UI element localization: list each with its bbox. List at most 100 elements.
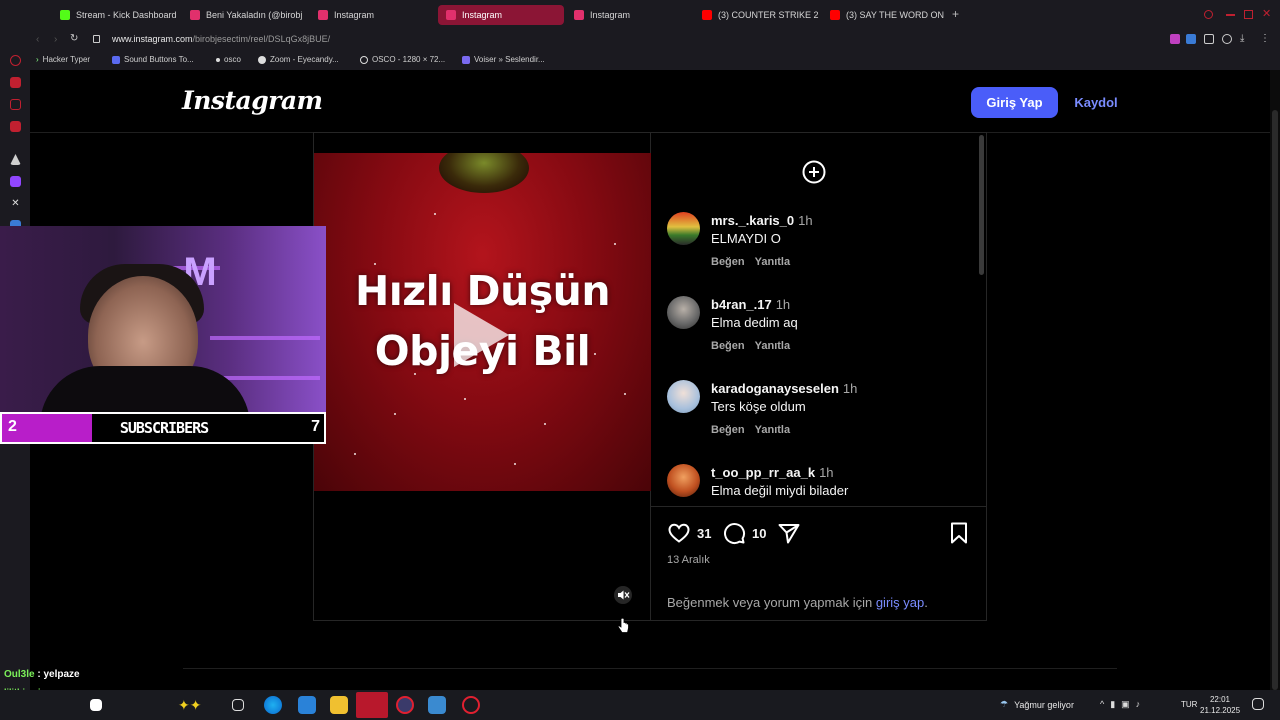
maximize-icon[interactable] [1244, 10, 1253, 19]
browser-tab[interactable]: Stream - Kick Dashboard [52, 5, 180, 25]
voiser-icon [462, 55, 470, 64]
twitch-sidebar-icon[interactable] [10, 176, 21, 187]
share-icon[interactable] [777, 521, 801, 545]
add-circle-icon[interactable] [802, 160, 826, 184]
new-tab-icon[interactable]: + [952, 8, 959, 20]
actions-divider [651, 506, 986, 507]
sparkle-widget-icon[interactable]: ✦✦ [178, 696, 218, 714]
profile-icon[interactable] [1222, 34, 1232, 44]
instagram-sidebar-icon[interactable] [10, 99, 21, 110]
reload-icon[interactable]: ↻ [70, 33, 78, 44]
avatar[interactable] [667, 296, 700, 329]
like-comment-button[interactable]: Beğen [711, 340, 745, 352]
clock[interactable]: 22:01 21.12.2025 [1200, 694, 1240, 716]
footer-divider [183, 668, 1117, 669]
bookmark[interactable]: Sound Buttons To... [112, 55, 194, 64]
app-icon[interactable] [298, 696, 316, 714]
file-explorer-icon[interactable] [330, 696, 348, 714]
reel-post: Hızlı Düşün Objeyi Bil mrs._.karis_0 1h E… [313, 132, 987, 621]
bookmark[interactable]: Voiser » Seslendir... [462, 55, 545, 64]
bookmark[interactable]: osco [216, 55, 241, 64]
x-sidebar-icon[interactable]: ✕ [10, 198, 21, 209]
like-comment-button[interactable]: Beğen [711, 256, 745, 268]
menu-icon[interactable]: ⋮ [1260, 33, 1270, 44]
heart-icon[interactable] [667, 521, 691, 545]
reply-button[interactable]: Yanıtla [755, 256, 790, 268]
reel-video[interactable]: Hızlı Düşün Objeyi Bil [314, 133, 651, 620]
browser-tab-active[interactable]: Instagram [438, 5, 564, 25]
extension-icon[interactable] [1170, 34, 1180, 44]
webcam-overlay: M [0, 226, 326, 412]
mute-icon[interactable] [614, 586, 632, 604]
browser-tab[interactable]: (3) SAY THE WORD ON B [822, 5, 946, 25]
comment-username[interactable]: t_oo_pp_rr_aa_k 1h [711, 465, 834, 480]
search-tabs-icon[interactable] [1204, 10, 1213, 19]
edge-icon[interactable] [264, 696, 282, 714]
comment-actions: Beğen Yanıtla [711, 340, 800, 352]
browser-tab[interactable]: Instagram [310, 5, 430, 25]
dot-icon [216, 57, 220, 62]
bookmark-icon[interactable] [947, 521, 971, 545]
minimize-icon[interactable] [1226, 14, 1235, 16]
comments-panel: mrs._.karis_0 1h ELMAYDI O Beğen Yanıtla b… [651, 133, 986, 620]
play-icon[interactable] [454, 303, 509, 367]
kick-icon [60, 10, 70, 20]
subscriber-goal-bar: 2 SUBSCRIBERS 7 [0, 412, 326, 444]
signup-button[interactable]: Kaydol [1066, 87, 1126, 118]
comments-scrollbar[interactable] [979, 135, 984, 275]
active-app-icon[interactable] [356, 692, 388, 718]
instagram-icon [318, 10, 328, 20]
extensions-icon[interactable] [1204, 34, 1214, 44]
comment-text: Ters köşe oldum [711, 399, 806, 414]
login-link[interactable]: giriş yap [876, 595, 924, 610]
bookmark[interactable]: OSCO - 1280 × 72... [360, 55, 445, 64]
like-comment-button[interactable]: Beğen [711, 424, 745, 436]
back-icon[interactable]: ‹ [36, 34, 39, 45]
ai-icon[interactable] [10, 55, 21, 66]
instagram-logo[interactable]: Instagram [182, 86, 323, 115]
tray-icons[interactable]: ^▮▣♪ [1100, 699, 1146, 710]
reply-button[interactable]: Yanıtla [755, 340, 790, 352]
like-count[interactable]: 31 [697, 526, 711, 541]
app-icon[interactable] [428, 696, 446, 714]
browser-tab[interactable]: Beni Yakaladın (@birobj [182, 5, 302, 25]
comment-username[interactable]: b4ran_.17 1h [711, 297, 790, 312]
avatar[interactable] [667, 380, 700, 413]
bookmark[interactable]: Zoom - Eyecandy... [258, 55, 339, 64]
browser-tab[interactable]: (3) COUNTER STRIKE 2 ( [694, 5, 820, 25]
forward-icon[interactable]: › [54, 34, 57, 45]
zoom-icon [258, 55, 266, 64]
avatar[interactable] [667, 464, 700, 497]
browser-tab[interactable]: Instagram [566, 5, 692, 25]
login-button[interactable]: Giriş Yap [971, 87, 1058, 118]
close-icon[interactable]: ✕ [1262, 7, 1271, 20]
page-scrollbar[interactable] [1270, 70, 1280, 690]
download-icon[interactable]: ⤓ [1240, 33, 1244, 44]
comment-icon[interactable] [722, 521, 746, 545]
post-actions: 31 10 [667, 521, 972, 547]
task-view-icon[interactable] [232, 699, 244, 711]
comment-count[interactable]: 10 [752, 526, 766, 541]
app-icon[interactable] [462, 696, 480, 714]
windows-start-icon[interactable] [90, 699, 102, 711]
comment-username[interactable]: karadoganayseselen 1h [711, 381, 857, 396]
messenger-icon[interactable] [10, 77, 21, 88]
apple-stem [439, 153, 529, 193]
rain-cloud-icon: ☂ [1000, 699, 1009, 709]
kick-sidebar-icon[interactable] [10, 154, 21, 165]
bookmark[interactable]: › Hacker Typer [36, 55, 90, 64]
bookmarks-bar: › Hacker Typer Sound Buttons To... osco Z… [30, 50, 1280, 70]
opera-gx-icon[interactable] [396, 696, 414, 714]
reply-button[interactable]: Yanıtla [755, 424, 790, 436]
weather-widget[interactable]: ☂ Yağmur geliyor [1000, 699, 1074, 710]
comment-username[interactable]: mrs._.karis_0 1h [711, 213, 813, 228]
language-indicator[interactable]: TUR [1181, 700, 1197, 709]
notification-icon[interactable] [1252, 698, 1264, 710]
youtube-sidebar-icon[interactable] [10, 121, 21, 132]
avatar[interactable] [667, 212, 700, 245]
url-field[interactable]: www.instagram.com/birobjesectim/reel/DSL… [112, 34, 330, 44]
extension-icon[interactable] [1186, 34, 1196, 44]
subscriber-goal: 7 [311, 418, 320, 435]
lock-icon [93, 35, 100, 43]
comment-text: Elma değil miydi bilader [711, 483, 849, 498]
